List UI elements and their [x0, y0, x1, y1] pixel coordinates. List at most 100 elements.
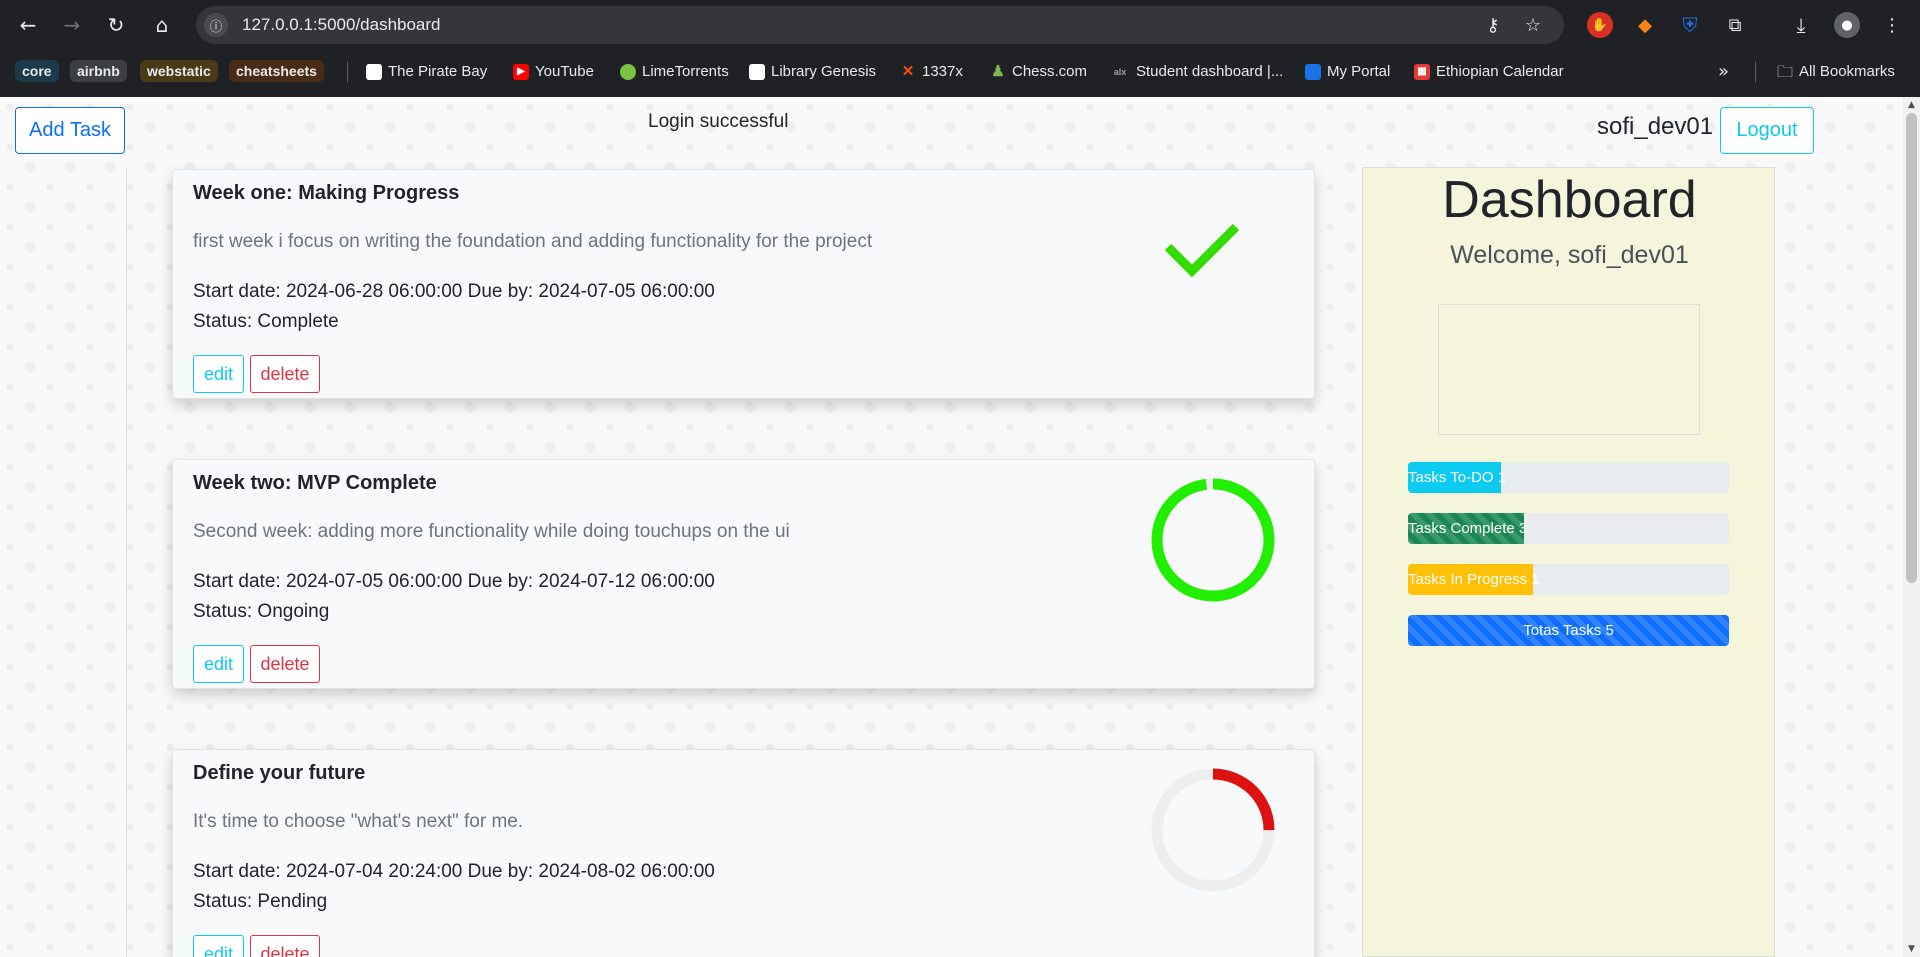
scroll-up-arrow-icon[interactable]: ▲: [1906, 100, 1917, 110]
bookmarks-bar: core airbnb webstatic cheatsheets The Pi…: [0, 57, 1920, 87]
edit-button[interactable]: edit: [193, 645, 244, 683]
progress-fill: Tasks To-DO 1: [1408, 462, 1506, 493]
bookmark-youtube[interactable]: ▶ YouTube: [513, 61, 594, 83]
dashboard-title: Dashboard: [1442, 171, 1697, 229]
bookmark-limetorrents[interactable]: LimeTorrents: [620, 61, 729, 83]
profile-avatar[interactable]: ●: [1834, 12, 1860, 38]
task-title: Week two: MVP Complete: [193, 472, 437, 494]
bookmark-separator: [1755, 62, 1756, 82]
portal-icon: [1305, 64, 1321, 80]
task-description: It's time to choose "what's next" for me…: [193, 811, 524, 832]
forward-arrow-icon[interactable]: →: [58, 11, 86, 39]
edit-button[interactable]: edit: [193, 935, 244, 957]
app-header: Add Task Login successful sofi_dev01 Log…: [0, 97, 1920, 167]
bookmark-label: LimeTorrents: [642, 63, 729, 80]
checkmark-stroke: [1164, 223, 1240, 278]
menu-dots-icon[interactable]: ⋮: [1879, 12, 1905, 38]
calendar-icon: ▦: [1414, 64, 1430, 80]
bookmark-label: Ethiopian Calendar: [1436, 63, 1564, 80]
bookmark-label: My Portal: [1327, 63, 1391, 80]
metamask-fox-icon[interactable]: ◆: [1632, 12, 1658, 38]
pirate-ship-icon: [366, 64, 382, 80]
progress-total: Totas Tasks 5: [1408, 615, 1729, 646]
all-bookmarks-button[interactable]: 🗀 All Bookmarks: [1777, 61, 1895, 83]
progress-ring-icon: [1151, 768, 1275, 892]
bookmark-label: YouTube: [535, 63, 594, 80]
reload-icon[interactable]: ↻: [102, 11, 130, 39]
task-dates: Start date: 2024-06-28 06:00:00 Due by: …: [193, 281, 715, 302]
task-description: Second week: adding more functionality w…: [193, 521, 790, 542]
bookmark-1337x[interactable]: ✕ 1337x: [900, 61, 963, 83]
bookmark-label: Library Genesis: [771, 63, 877, 80]
folder-icon: 🗀: [1777, 62, 1794, 81]
delete-button[interactable]: delete: [250, 935, 320, 957]
youtube-icon: ▶: [513, 64, 529, 80]
bookmark-student-dashboard[interactable]: alx Student dashboard |...: [1110, 61, 1284, 83]
all-bookmarks-label: All Bookmarks: [1799, 63, 1895, 80]
x-logo-icon: ✕: [901, 63, 915, 80]
pawn-icon: ♟: [991, 63, 1005, 80]
scroll-thumb[interactable]: [1906, 113, 1917, 583]
bookmark-folder-airbnb[interactable]: airbnb: [70, 60, 127, 82]
puzzle-extensions-icon[interactable]: ⧉: [1722, 12, 1748, 38]
welcome-message: Welcome, sofi_dev01: [1450, 241, 1689, 269]
url-text[interactable]: 127.0.0.1:5000/dashboard: [242, 15, 441, 35]
alx-icon: alx: [1113, 67, 1127, 77]
bookmark-ethiopian-calendar[interactable]: ▦ Ethiopian Calendar: [1414, 61, 1564, 83]
task-description: first week i focus on writing the founda…: [193, 231, 873, 252]
bookmark-label: 1337x: [922, 63, 963, 80]
flash-message: Login successful: [648, 111, 789, 132]
task-card: Week one: Making Progress first week i f…: [172, 169, 1315, 399]
progress-fill: Tasks In Progress 1: [1408, 564, 1540, 595]
progress-ring-arc: [1151, 478, 1275, 602]
address-bar[interactable]: ⓘ 127.0.0.1:5000/dashboard ⚷ ☆: [196, 6, 1564, 44]
bookmark-folder-webstatic[interactable]: webstatic: [140, 60, 218, 82]
back-arrow-icon[interactable]: ←: [14, 11, 42, 39]
bookmark-library-genesis[interactable]: Library Genesis: [749, 61, 876, 83]
scroll-down-arrow-icon[interactable]: ▼: [1906, 944, 1917, 954]
logout-button[interactable]: Logout: [1720, 107, 1814, 154]
edit-button[interactable]: edit: [193, 355, 244, 393]
bookmark-label: Chess.com: [1012, 63, 1088, 80]
bookmark-folder-cheatsheets[interactable]: cheatsheets: [229, 60, 324, 82]
dashboard-sidebar: Dashboard Welcome, sofi_dev01 Tasks To-D…: [1362, 167, 1775, 957]
task-status: Status: Pending: [193, 891, 328, 912]
chevron-double-right-icon[interactable]: »: [1718, 61, 1729, 83]
task-title: Define your future: [193, 762, 366, 784]
home-icon[interactable]: ⌂: [148, 11, 176, 39]
bookmark-folder-core[interactable]: core: [15, 60, 59, 82]
progress-in-progress: Tasks In Progress 1: [1408, 564, 1729, 595]
username-label: sofi_dev01: [1597, 113, 1714, 140]
delete-button[interactable]: delete: [250, 645, 320, 683]
add-task-button[interactable]: Add Task: [15, 107, 125, 154]
library-icon: [749, 64, 765, 80]
task-status: Status: Complete: [193, 311, 339, 332]
bookmark-the-pirate-bay[interactable]: The Pirate Bay: [366, 61, 487, 83]
shield-icon[interactable]: ⛨: [1677, 12, 1703, 38]
task-dates: Start date: 2024-07-04 20:24:00 Due by: …: [193, 861, 715, 882]
bookmark-label: Student dashboard |...: [1136, 63, 1284, 80]
bookmark-chess-com[interactable]: ♟ Chess.com: [990, 61, 1087, 83]
bookmark-label: The Pirate Bay: [388, 63, 488, 80]
browser-toolbar: ← → ↻ ⌂ ⓘ 127.0.0.1:5000/dashboard ⚷ ☆ ✋…: [0, 0, 1920, 50]
progress-ring-icon: [1151, 478, 1275, 602]
progress-complete: Tasks Complete 3: [1408, 513, 1729, 544]
progress-todo: Tasks To-DO 1: [1408, 462, 1729, 493]
task-card: Week two: MVP Complete Second week: addi…: [172, 459, 1315, 689]
download-icon[interactable]: ⤓: [1788, 12, 1814, 38]
delete-button[interactable]: delete: [250, 355, 320, 393]
page-viewport: Add Task Login successful sofi_dev01 Log…: [0, 97, 1920, 957]
password-key-icon[interactable]: ⚷: [1482, 14, 1504, 36]
progress-fill: Tasks Complete 3: [1408, 513, 1527, 544]
site-info-icon[interactable]: ⓘ: [204, 13, 228, 37]
bookmark-my-portal[interactable]: My Portal: [1305, 61, 1390, 83]
task-status: Status: Ongoing: [193, 601, 330, 622]
stop-hand-icon[interactable]: ✋: [1587, 12, 1613, 38]
browser-chrome: ← → ↻ ⌂ ⓘ 127.0.0.1:5000/dashboard ⚷ ☆ ✋…: [0, 0, 1920, 97]
bookmark-star-icon[interactable]: ☆: [1522, 14, 1544, 36]
chart-placeholder: [1438, 304, 1700, 435]
checkmark-icon: [1164, 223, 1240, 278]
bookmark-separator: [347, 62, 348, 82]
lime-icon: [620, 64, 636, 80]
page-scrollbar[interactable]: ▲ ▼: [1903, 97, 1920, 957]
